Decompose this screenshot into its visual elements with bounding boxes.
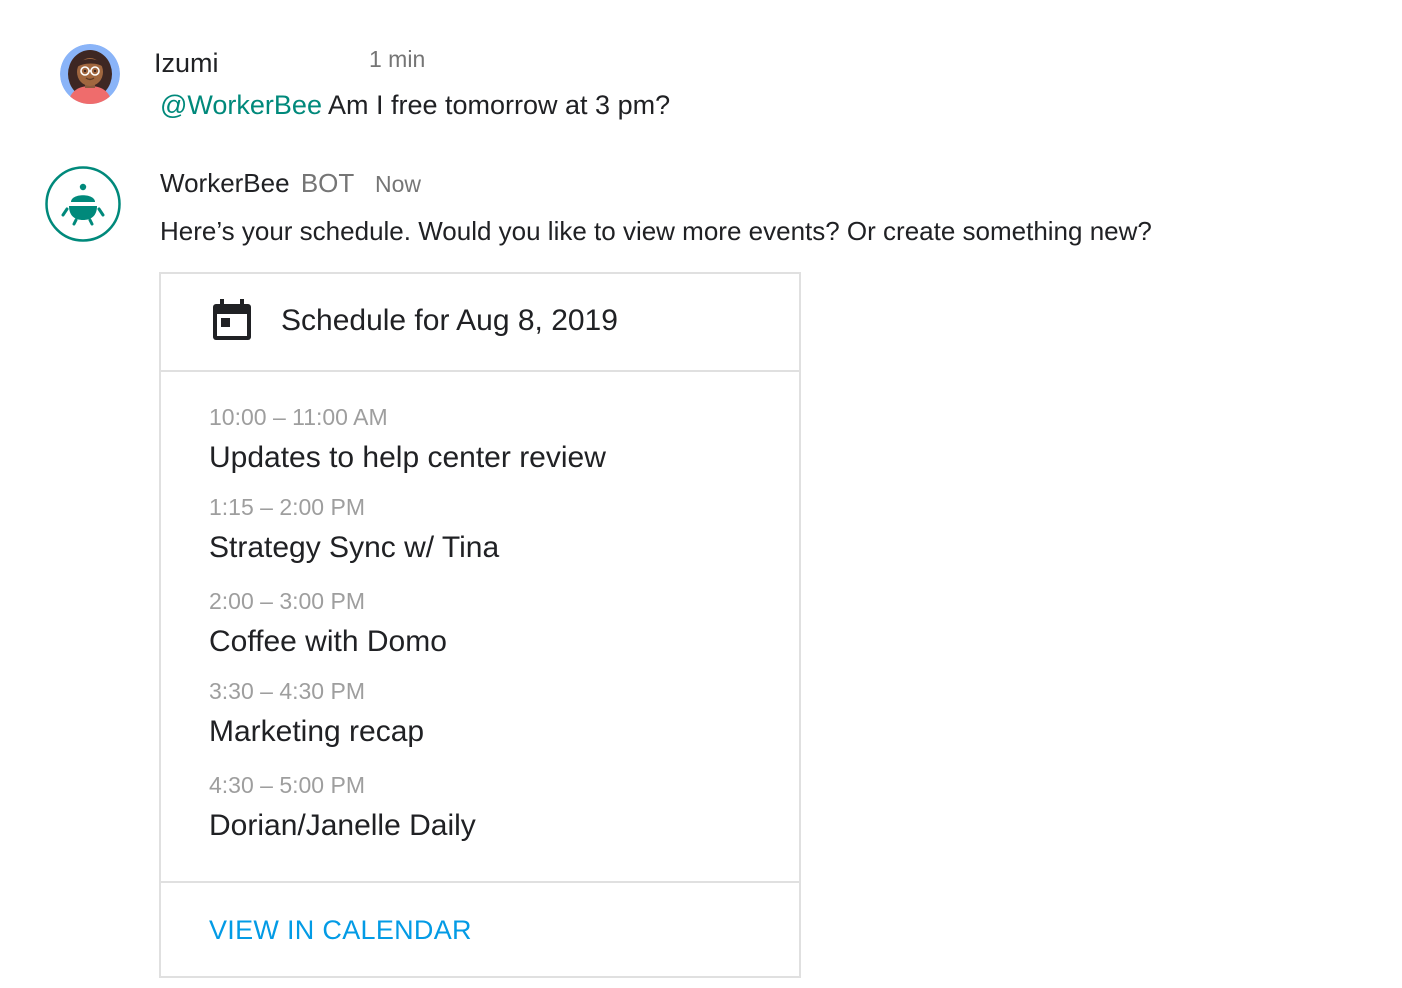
event-time: 3:30 – 4:30 PM bbox=[209, 678, 365, 704]
card-title: Schedule for Aug 8, 2019 bbox=[281, 304, 618, 337]
list-item[interactable]: 10:00 – 11:00 AM Updates to help center … bbox=[209, 402, 769, 478]
bot-avatar[interactable] bbox=[45, 166, 121, 242]
user-name[interactable]: Izumi bbox=[154, 46, 219, 80]
avatar[interactable] bbox=[60, 44, 120, 104]
event-title: Dorian/Janelle Daily bbox=[209, 809, 476, 842]
event-time: 2:00 – 3:00 PM bbox=[209, 588, 365, 614]
event-time: 10:00 – 11:00 AM bbox=[209, 404, 388, 430]
list-item[interactable]: 1:15 – 2:00 PM Strategy Sync w/ Tina bbox=[209, 492, 769, 568]
message-timestamp: Now bbox=[375, 171, 422, 197]
bot-message-text: Here’s your schedule. Would you like to … bbox=[160, 216, 1152, 246]
event-time: 1:15 – 2:00 PM bbox=[209, 494, 365, 520]
list-item[interactable]: 3:30 – 4:30 PM Marketing recap bbox=[209, 676, 769, 752]
event-time: 4:30 – 5:00 PM bbox=[209, 772, 365, 798]
list-item[interactable]: 4:30 – 5:00 PM Dorian/Janelle Daily bbox=[209, 770, 769, 846]
card-footer: VIEW IN CALENDAR bbox=[161, 881, 799, 978]
bot-badge: BOT bbox=[300, 168, 354, 198]
view-in-calendar-button[interactable]: VIEW IN CALENDAR bbox=[209, 913, 472, 947]
event-list: 10:00 – 11:00 AM Updates to help center … bbox=[209, 402, 769, 846]
event-title: Updates to help center review bbox=[209, 441, 606, 474]
event-title: Strategy Sync w/ Tina bbox=[209, 531, 500, 564]
schedule-card: Schedule for Aug 8, 2019 10:00 – 11:00 A… bbox=[159, 272, 801, 978]
event-title: Coffee with Domo bbox=[209, 625, 447, 658]
list-item[interactable]: 2:00 – 3:00 PM Coffee with Domo bbox=[209, 586, 769, 662]
user-avatar-icon bbox=[60, 44, 120, 104]
card-header: Schedule for Aug 8, 2019 bbox=[161, 274, 799, 372]
user-message-body: Am I free tomorrow at 3 pm? bbox=[321, 90, 671, 120]
user-message-text: @WorkerBee Am I free tomorrow at 3 pm? bbox=[160, 88, 670, 122]
event-title: Marketing recap bbox=[209, 715, 425, 748]
message-timestamp: 1 min bbox=[369, 46, 426, 72]
mention-link[interactable]: @WorkerBee bbox=[160, 90, 322, 120]
bot-header: WorkerBee BOT Now bbox=[160, 166, 421, 201]
calendar-icon bbox=[211, 299, 253, 341]
robot-icon bbox=[45, 166, 121, 242]
bot-name[interactable]: WorkerBee bbox=[160, 168, 290, 198]
